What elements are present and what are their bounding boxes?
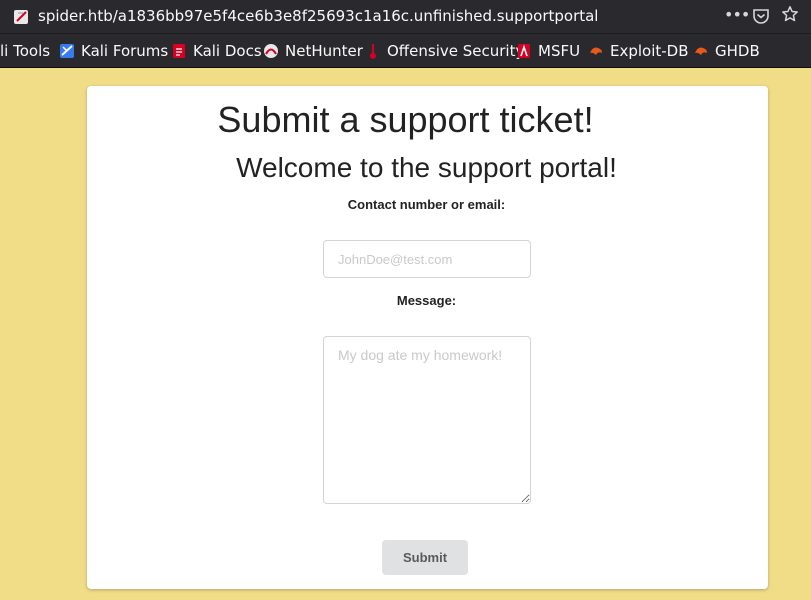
kali-forums-icon xyxy=(60,44,74,58)
bookmark-kali-tools[interactable]: li Tools xyxy=(0,42,50,60)
bookmark-label: li Tools xyxy=(0,42,51,60)
message-textarea[interactable] xyxy=(323,336,531,504)
bookmark-label: Exploit-DB xyxy=(610,42,689,60)
bookmark-kali-forums[interactable]: Kali Forums xyxy=(59,42,168,60)
bookmarks-toolbar: li Tools Kali Forums Kali Docs NetHunter… xyxy=(0,34,811,68)
page-subtitle: Welcome to the support portal! xyxy=(236,152,617,183)
bookmark-star-icon[interactable] xyxy=(781,5,799,23)
ghdb-icon xyxy=(695,47,707,55)
site-favicon-icon xyxy=(14,10,28,24)
bookmark-label: Kali Forums xyxy=(81,42,169,60)
bookmark-label: Offensive Security xyxy=(387,42,525,60)
kali-docs-icon xyxy=(173,44,185,58)
bookmark-offensive-security[interactable]: Offensive Security xyxy=(365,42,524,60)
nethunter-icon xyxy=(264,44,278,58)
bookmark-msfu[interactable]: MSFU xyxy=(516,42,580,60)
offensive-security-icon xyxy=(370,44,376,59)
submit-button[interactable]: Submit xyxy=(382,540,468,575)
bookmark-label: NetHunter xyxy=(285,42,363,60)
contact-label: Contact number or email: xyxy=(347,197,506,212)
bookmark-label: GHDB xyxy=(715,42,760,60)
msfu-icon xyxy=(518,44,530,58)
contact-input[interactable] xyxy=(323,240,531,278)
message-label: Message: xyxy=(396,293,457,308)
bookmark-nethunter[interactable]: NetHunter xyxy=(263,42,363,60)
page-actions-more-icon[interactable]: ••• xyxy=(724,5,750,24)
bookmark-label: MSFU xyxy=(538,42,581,60)
bookmark-ghdb[interactable]: GHDB xyxy=(693,42,760,60)
bookmark-exploit-db[interactable]: Exploit-DB xyxy=(588,42,689,60)
exploit-db-icon xyxy=(590,47,602,55)
bookmark-kali-docs[interactable]: Kali Docs xyxy=(171,42,262,60)
bookmark-label: Kali Docs xyxy=(193,42,262,60)
pocket-icon[interactable] xyxy=(752,7,770,25)
page-title: Submit a support ticket! xyxy=(217,99,594,140)
url-bar[interactable]: spider.htb/a1836bb97e5f4ce6b3e8f25693c1a… xyxy=(0,0,811,34)
url-text[interactable]: spider.htb/a1836bb97e5f4ce6b3e8f25693c1a… xyxy=(38,7,598,25)
